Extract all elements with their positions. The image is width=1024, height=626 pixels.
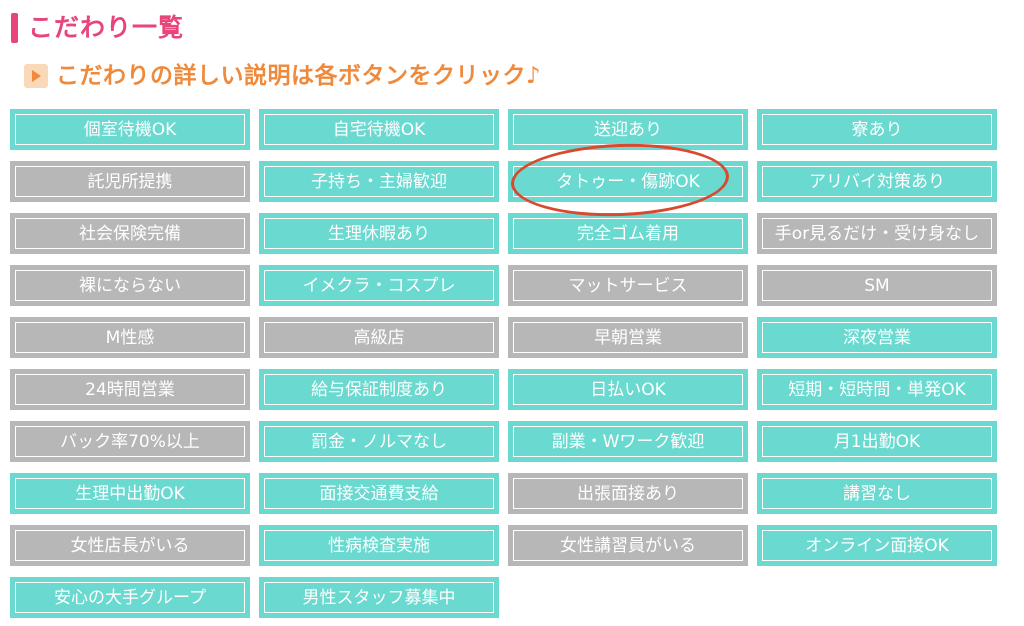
feature-button[interactable]: 完全ゴム着用 [508,213,748,254]
feature-button[interactable]: 給与保証制度あり [259,369,499,410]
feature-button-label: 出張面接あり [577,483,679,504]
feature-button-label: 生理休暇あり [328,223,430,244]
page-title: こだわり一覧 [28,13,185,42]
feature-button[interactable]: 短期・短時間・単発OK [757,369,997,410]
feature-button[interactable]: 男性スタッフ募集中 [259,577,499,618]
feature-button[interactable]: オンライン面接OK [757,525,997,566]
feature-button-label: 日払いOK [590,379,666,400]
feature-button[interactable]: 生理中出勤OK [10,473,250,514]
feature-button[interactable]: 自宅待機OK [259,109,499,150]
feature-button[interactable]: イメクラ・コスプレ [259,265,499,306]
feature-button-label: 月1出勤OK [833,431,921,452]
feature-button[interactable]: バック率70%以上 [10,421,250,462]
feature-button[interactable]: 出張面接あり [508,473,748,514]
feature-button-label: 男性スタッフ募集中 [302,587,456,608]
feature-button[interactable]: 子持ち・主婦歓迎 [259,161,499,202]
feature-button[interactable]: M性感 [10,317,250,358]
feature-button[interactable]: 副業・Wワーク歓迎 [508,421,748,462]
feature-button[interactable]: 生理休暇あり [259,213,499,254]
feature-button-label: 女性店長がいる [70,535,190,556]
feature-button[interactable]: 早朝営業 [508,317,748,358]
feature-button-label: M性感 [105,327,155,348]
feature-button[interactable]: 深夜営業 [757,317,997,358]
feature-button-label: アリバイ対策あり [809,171,945,192]
feature-button-label: 24時間営業 [85,379,175,400]
feature-button[interactable]: 女性講習員がいる [508,525,748,566]
feature-button[interactable]: 女性店長がいる [10,525,250,566]
feature-button-label: 講習なし [843,483,911,504]
feature-button[interactable]: 手or見るだけ・受け身なし [757,213,997,254]
feature-button[interactable]: 24時間営業 [10,369,250,410]
feature-button-label: 手or見るだけ・受け身なし [774,223,980,244]
feature-button[interactable]: 寮あり [757,109,997,150]
feature-button-label: 面接交通費支給 [319,483,439,504]
feature-button-label: 給与保証制度あり [311,379,447,400]
feature-button-label: 罰金・ノルマなし [311,431,447,452]
feature-button-label: 社会保険完備 [79,223,181,244]
feature-button[interactable]: アリバイ対策あり [757,161,997,202]
feature-button[interactable]: タトゥー・傷跡OK [508,161,748,202]
feature-button[interactable]: 託児所提携 [10,161,250,202]
feature-button[interactable]: 面接交通費支給 [259,473,499,514]
feature-button-label: 女性講習員がいる [560,535,696,556]
feature-button-label: オンライン面接OK [805,535,949,556]
feature-button[interactable]: 個室待機OK [10,109,250,150]
feature-button[interactable]: 送迎あり [508,109,748,150]
feature-button[interactable]: 性病検査実施 [259,525,499,566]
instruction-text: こだわりの詳しい説明は各ボタンをクリック♪ [56,63,542,89]
feature-button-label: SM [864,275,890,296]
feature-button[interactable]: 講習なし [757,473,997,514]
feature-button-label: 高級店 [353,327,405,348]
feature-button[interactable]: 安心の大手グループ [10,577,250,618]
feature-button[interactable]: マットサービス [508,265,748,306]
feature-button-label: 性病検査実施 [328,535,430,556]
feature-button-label: 生理中出勤OK [75,483,185,504]
feature-button[interactable]: 高級店 [259,317,499,358]
feature-button-label: 安心の大手グループ [54,587,206,608]
title-accent-bar [11,13,18,43]
feature-button-label: 早朝営業 [594,327,662,348]
feature-button-label: 子持ち・主婦歓迎 [311,171,447,192]
feature-button-label: 短期・短時間・単発OK [788,379,966,400]
feature-button-label: マットサービス [568,275,688,296]
feature-button-label: イメクラ・コスプレ [302,275,456,296]
play-arrow-icon [24,64,48,88]
feature-button[interactable]: SM [757,265,997,306]
feature-button-label: バック率70%以上 [60,431,200,452]
feature-button-label: 寮あり [851,119,903,140]
feature-button-label: 副業・Wワーク歓迎 [551,431,705,452]
feature-button-label: 託児所提携 [87,171,173,192]
feature-button-label: タトゥー・傷跡OK [556,171,700,192]
feature-button[interactable]: 裸にならない [10,265,250,306]
feature-button[interactable]: 社会保険完備 [10,213,250,254]
feature-button[interactable]: 月1出勤OK [757,421,997,462]
feature-button[interactable]: 日払いOK [508,369,748,410]
feature-button-label: 送迎あり [594,119,662,140]
feature-button-label: 裸にならない [79,275,181,296]
feature-button-label: 個室待機OK [83,119,177,140]
feature-button-label: 完全ゴム着用 [577,223,679,244]
feature-button-label: 深夜営業 [843,327,911,348]
feature-button-grid: 個室待機OK 自宅待機OK 送迎あり 寮あり託児所提携 子持ち・主婦歓迎 タトゥー・傷跡O… [10,109,997,618]
feature-button[interactable]: 罰金・ノルマなし [259,421,499,462]
feature-button-label: 自宅待機OK [332,119,426,140]
